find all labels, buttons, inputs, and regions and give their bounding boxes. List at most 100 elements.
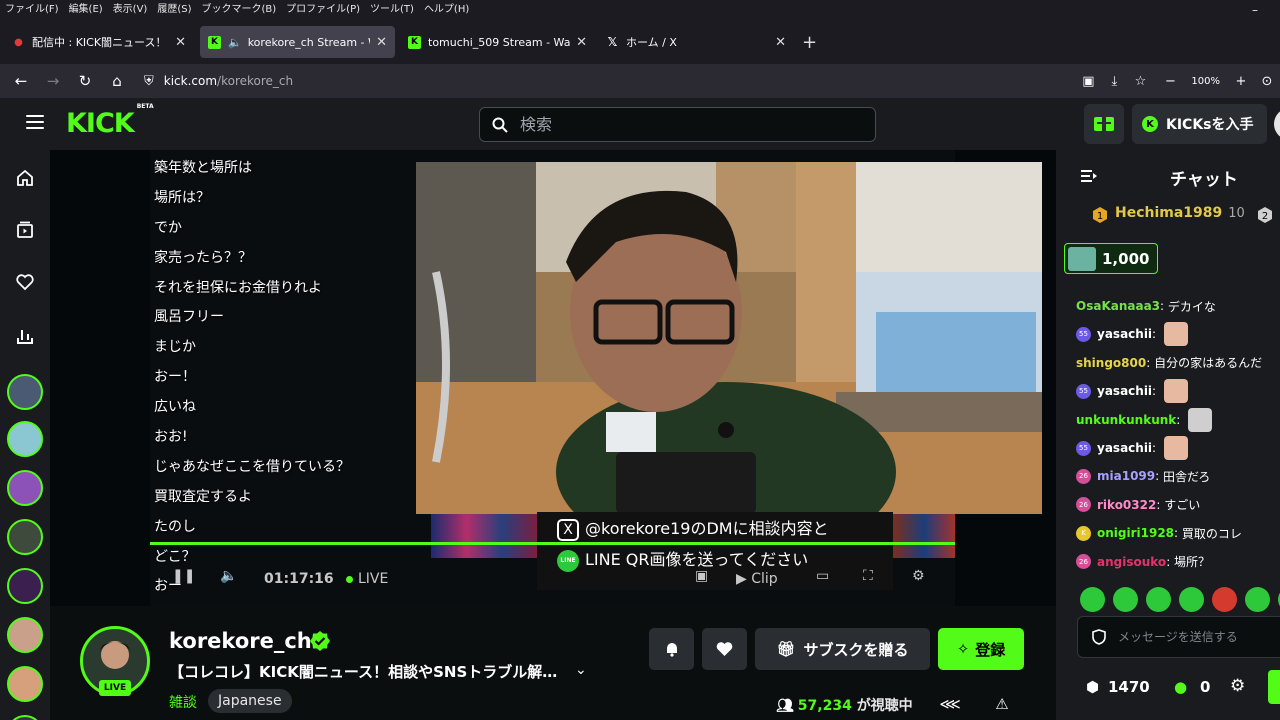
site-info-icon[interactable]: ⛨	[144, 74, 154, 89]
zoom-level[interactable]: 100%	[1183, 76, 1228, 87]
emote-icon[interactable]	[1212, 587, 1237, 612]
follow-button[interactable]	[702, 628, 747, 670]
pip-icon[interactable]: ▣	[695, 568, 708, 584]
chat-username[interactable]: onigiri1928	[1097, 526, 1174, 540]
zoom-in-icon[interactable]: +	[1228, 74, 1254, 89]
sidebar-following[interactable]	[13, 270, 37, 294]
minimize-button[interactable]: –	[1252, 3, 1258, 17]
kicks-balance[interactable]: 0	[1200, 678, 1210, 696]
chat-username[interactable]: unkunkunkunk	[1076, 413, 1176, 427]
tab-x-home[interactable]: 𝕏 ホーム / X ✕	[598, 26, 794, 58]
live-indicator[interactable]: LIVE	[346, 571, 388, 587]
menu-bookmarks[interactable]: ブックマーク(B)	[197, 0, 282, 20]
menu-file[interactable]: ファイル(F)	[0, 0, 64, 20]
sidebar-home[interactable]	[13, 166, 37, 190]
clip-button[interactable]: ▶ Clip	[736, 571, 778, 587]
shield-icon[interactable]	[1092, 629, 1106, 645]
pause-icon[interactable]: ❚❚	[172, 568, 195, 584]
forward-icon[interactable]: →	[37, 66, 69, 96]
collapse-chat-icon[interactable]	[1080, 168, 1098, 184]
gift-sub-button[interactable]: 🎁︎ サブスクを贈る	[755, 628, 930, 670]
search-input[interactable]	[520, 115, 840, 134]
get-kicks-button[interactable]: K KICKsを入手	[1132, 104, 1267, 144]
chevron-down-icon[interactable]: ⌄	[575, 662, 587, 678]
extensions-icon[interactable]: ⊙	[1254, 74, 1280, 89]
reader-view-icon[interactable]: ▣	[1075, 74, 1101, 89]
speaker-icon[interactable]: 🔈	[228, 36, 242, 49]
notify-button[interactable]	[649, 628, 694, 670]
followed-channel-avatar[interactable]	[7, 617, 43, 653]
fullscreen-icon[interactable]: ⛶	[863, 568, 873, 584]
chat-username[interactable]: shingo800	[1076, 356, 1146, 370]
search-box[interactable]	[479, 107, 876, 142]
menu-history[interactable]: 履歴(S)	[152, 0, 196, 20]
tab-kick-news[interactable]: ● 配信中 : KICK闇ニュース！ ✕	[4, 26, 194, 58]
sidebar-upload[interactable]	[13, 324, 37, 348]
emote-icon[interactable]	[1179, 587, 1204, 612]
close-icon[interactable]: ✕	[576, 35, 587, 50]
theater-mode-icon[interactable]: ▭	[816, 568, 829, 584]
kick-logo[interactable]: KICKBETA	[66, 103, 154, 139]
report-icon[interactable]: ⚠	[990, 692, 1014, 716]
menu-tools[interactable]: ツール(T)	[365, 0, 419, 20]
user-avatar[interactable]	[1274, 108, 1280, 140]
tab-korekore[interactable]: K 🔈 korekore_ch Stream - Watc ✕	[200, 26, 395, 58]
menu-help[interactable]: ヘルプ(H)	[419, 0, 474, 20]
video-player[interactable]: 築年数と場所は 場所は？ でか 家売ったら？？ それを担保にお金借りれよ 風呂フ…	[50, 150, 1056, 606]
chat-username[interactable]: mia1099	[1097, 469, 1155, 483]
sidebar-browse[interactable]	[13, 218, 37, 242]
followed-channel-avatar[interactable]	[7, 470, 43, 506]
chat-message-input[interactable]	[1118, 630, 1278, 644]
emote-icon[interactable]	[1080, 587, 1105, 612]
emote-icon[interactable]	[1113, 587, 1138, 612]
send-button[interactable]	[1268, 670, 1280, 704]
close-icon[interactable]: ✕	[376, 35, 387, 50]
category-link[interactable]: 雑談	[169, 692, 197, 712]
chat-username[interactable]: yasachii	[1097, 327, 1152, 341]
settings-gear-icon[interactable]: ⚙	[912, 568, 925, 584]
volume-icon[interactable]: 🔈	[220, 568, 237, 584]
followed-channel-avatar[interactable]	[7, 421, 43, 457]
close-icon[interactable]: ✕	[175, 35, 186, 50]
chat-username[interactable]: angisouko	[1097, 555, 1166, 569]
subscribe-button[interactable]: ✧ 登録	[938, 628, 1024, 670]
streamer-name[interactable]: korekore_ch	[169, 629, 312, 653]
tab-tomuchi[interactable]: K tomuchi_509 Stream - Watch Li ✕	[400, 26, 595, 58]
chat-settings-gear-icon[interactable]: ⚙	[1230, 676, 1245, 696]
followed-channel-avatar[interactable]	[7, 568, 43, 604]
channel-points[interactable]: 1470	[1108, 678, 1150, 696]
followed-channel-avatar[interactable]	[7, 666, 43, 702]
reload-icon[interactable]: ↻	[69, 66, 101, 96]
chat-username[interactable]: yasachii	[1097, 384, 1152, 398]
chat-username[interactable]: riko0322	[1097, 498, 1156, 512]
share-icon[interactable]: ⋘	[938, 692, 962, 716]
followed-channel-avatar[interactable]	[7, 374, 43, 410]
store-button[interactable]	[1084, 104, 1124, 144]
overlay-line: 場所は？	[154, 189, 210, 206]
back-icon[interactable]: ←	[5, 66, 37, 96]
url-bar[interactable]: ⛨ kick.com/korekore_ch	[136, 66, 1066, 96]
kicks-gift-tag[interactable]: 1,000	[1064, 243, 1158, 274]
bookmark-star-icon[interactable]: ☆	[1127, 74, 1153, 89]
home-icon[interactable]: ⌂	[101, 66, 133, 96]
menu-view[interactable]: 表示(V)	[108, 0, 153, 20]
menu-edit[interactable]: 編集(E)	[64, 0, 108, 20]
new-tab-icon[interactable]: +	[802, 32, 817, 53]
emote-icon[interactable]	[1146, 587, 1171, 612]
chat-input-box[interactable]	[1077, 616, 1280, 658]
playback-progress[interactable]	[150, 542, 955, 545]
language-tag[interactable]: Japanese	[208, 689, 292, 713]
webcam-video[interactable]	[416, 162, 1042, 514]
menu-hamburger-icon[interactable]	[26, 115, 44, 129]
emote-icon[interactable]	[1245, 587, 1270, 612]
zoom-out-icon[interactable]: −	[1157, 74, 1183, 89]
top-gifter[interactable]: Hechima1989 10	[1115, 205, 1245, 221]
save-to-pocket-icon[interactable]: ⤓	[1101, 74, 1127, 89]
followed-channel-avatar[interactable]	[7, 519, 43, 555]
chat-username[interactable]: yasachii	[1097, 441, 1152, 455]
followed-channel-avatar[interactable]	[7, 715, 43, 720]
chat-username[interactable]: OsaKanaaa3	[1076, 299, 1160, 313]
menu-profiles[interactable]: プロファイル(P)	[281, 0, 365, 20]
rank-badge-icon: 1	[1093, 207, 1107, 223]
close-icon[interactable]: ✕	[775, 35, 786, 50]
